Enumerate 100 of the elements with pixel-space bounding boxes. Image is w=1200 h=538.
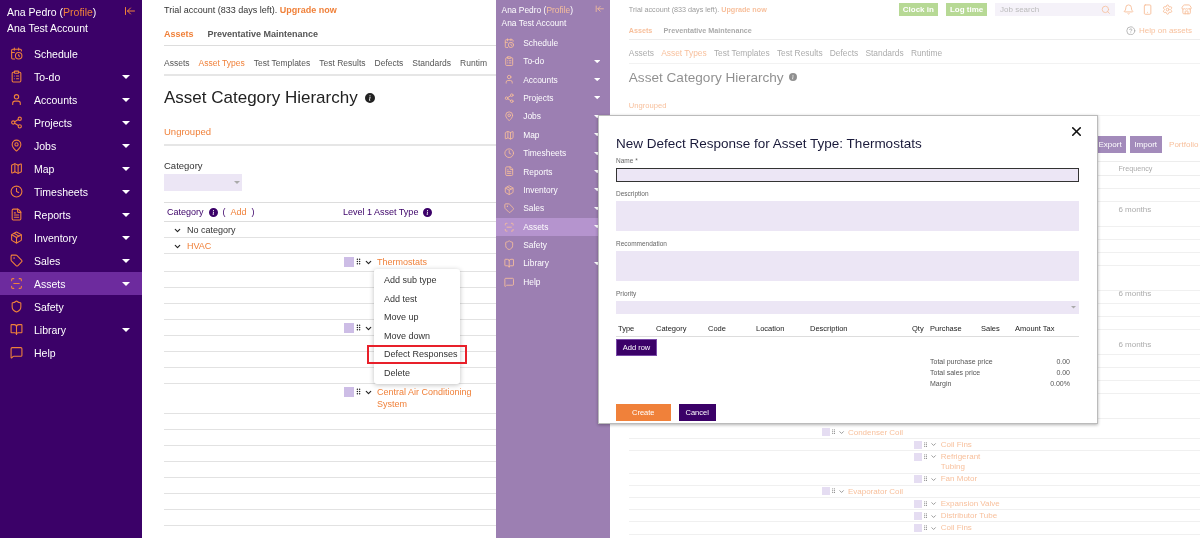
sidebar-item[interactable]: Inventory <box>0 226 142 249</box>
person-icon <box>10 93 23 106</box>
caret-down-icon[interactable] <box>173 226 182 235</box>
info-icon[interactable] <box>208 207 218 217</box>
sidebar-item[interactable]: Inventory <box>496 180 610 200</box>
sidebar-item[interactable]: Accounts <box>496 70 610 89</box>
menu-item[interactable]: Add sub type <box>374 271 460 290</box>
close-button[interactable] <box>1069 124 1084 139</box>
caret-down-icon[interactable] <box>364 258 373 267</box>
drag-handle-icon[interactable] <box>922 524 930 532</box>
module-tab[interactable]: Preventative Maintenance <box>207 28 319 40</box>
upgrade-link[interactable]: Upgrade now <box>279 5 337 15</box>
caret-down-icon <box>234 181 240 184</box>
sidebar-item[interactable]: Safety <box>496 235 610 255</box>
sub-tab[interactable]: Assets <box>164 57 190 69</box>
sub-tab[interactable]: Test Results <box>776 48 823 59</box>
color-swatch <box>914 499 923 508</box>
sub-tab[interactable]: Test Results <box>319 57 366 69</box>
drag-handle-icon[interactable] <box>354 257 363 266</box>
module-tab[interactable]: Assets <box>164 28 194 40</box>
action-button[interactable]: Import <box>1129 136 1162 154</box>
sidebar-item[interactable]: Assets <box>0 272 142 295</box>
add-link[interactable]: Add <box>230 207 247 217</box>
info-icon[interactable] <box>423 207 433 217</box>
chat-icon <box>504 276 515 288</box>
sub-tab[interactable]: Standards <box>865 48 904 59</box>
column-header: Level 1 Asset Type <box>343 207 419 217</box>
ungrouped-link[interactable]: Ungrouped <box>164 126 211 137</box>
phone-icon[interactable] <box>1142 4 1154 16</box>
sub-tab[interactable]: Runtime <box>910 48 943 59</box>
sidebar-item[interactable]: Schedule <box>496 33 610 52</box>
store-icon[interactable] <box>1180 4 1192 16</box>
menu-item[interactable]: Move up <box>374 308 460 327</box>
sub-tab[interactable]: Test Templates <box>713 48 770 59</box>
sidebar-item[interactable]: To-do <box>0 65 142 88</box>
drag-handle-icon[interactable] <box>354 386 363 396</box>
book-icon <box>504 258 515 269</box>
caret-down-icon[interactable] <box>173 242 182 251</box>
asset-type-name[interactable]: Central Air Conditioning System <box>377 385 477 411</box>
select-field[interactable] <box>616 301 1079 314</box>
map-pin-icon <box>10 139 23 152</box>
info-icon[interactable] <box>364 93 375 103</box>
sub-tab[interactable]: Asset Types <box>198 57 245 69</box>
sidebar-item[interactable]: Reports <box>0 203 142 226</box>
drag-handle-icon[interactable] <box>354 322 363 332</box>
sidebar-item[interactable]: Help <box>496 272 610 292</box>
help-icon <box>1126 25 1136 36</box>
sub-tab[interactable]: Defects <box>829 48 859 59</box>
sidebar-item[interactable]: Projects <box>0 111 142 134</box>
sidebar-item[interactable]: Sales <box>0 249 142 272</box>
sidebar-item[interactable]: Jobs <box>496 107 610 126</box>
category-name[interactable]: No category <box>187 224 236 235</box>
share-icon <box>504 92 515 104</box>
asset-type-name[interactable]: Thermostats <box>377 256 427 269</box>
sidebar-item[interactable]: Timesheets <box>496 143 610 163</box>
drag-handle-icon[interactable] <box>829 428 837 436</box>
sub-tab[interactable]: Runtim <box>460 57 488 69</box>
sidebar-item[interactable]: Timesheets <box>0 180 142 203</box>
collapse-icon[interactable] <box>124 5 136 17</box>
sub-tab[interactable]: Standards <box>412 57 452 69</box>
menu-item[interactable]: Delete <box>374 363 460 382</box>
sidebar-item[interactable]: Safety <box>0 295 142 318</box>
sidebar-item[interactable]: Accounts <box>0 88 142 111</box>
sidebar-item[interactable]: Reports <box>496 162 610 181</box>
menu-item[interactable]: Defect Responses <box>367 345 467 364</box>
page-title: Asset Category Hierarchy <box>628 69 784 85</box>
color-swatch <box>914 475 923 484</box>
search-icon <box>1100 4 1111 15</box>
clipboard-list-icon <box>504 56 515 67</box>
sidebar-item[interactable]: Sales <box>496 199 610 218</box>
sidebar-item[interactable]: Library <box>0 318 142 341</box>
drag-handle-icon[interactable] <box>829 487 837 495</box>
sidebar-item[interactable]: Map <box>496 125 610 144</box>
sidebar-item[interactable]: To-do <box>496 52 610 71</box>
sidebar-item[interactable]: Help <box>0 341 142 364</box>
color-swatch <box>344 386 354 397</box>
module-tab[interactable]: Preventative Maintenance <box>663 25 752 36</box>
sub-tab[interactable]: Defects <box>374 57 404 69</box>
sidebar-item[interactable]: Library <box>496 254 610 273</box>
sub-tab[interactable]: Assets <box>628 48 654 59</box>
sidebar-item[interactable]: Jobs <box>0 134 142 157</box>
profile-link[interactable]: Profile <box>63 6 93 18</box>
menu-item[interactable]: Add test <box>374 289 460 308</box>
person-icon <box>504 74 515 85</box>
sub-tab[interactable]: Test Templates <box>253 57 311 69</box>
drag-handle-icon[interactable] <box>922 499 930 507</box>
drag-handle-icon[interactable] <box>922 440 930 448</box>
box-icon <box>10 231 23 244</box>
menu-item[interactable]: Move down <box>374 326 460 345</box>
sidebar-item[interactable]: Projects <box>496 88 610 108</box>
drag-handle-icon[interactable] <box>922 475 930 483</box>
settings-icon[interactable] <box>1161 4 1173 16</box>
bell-icon[interactable] <box>1123 4 1135 16</box>
sidebar-item[interactable]: Schedule <box>0 42 142 65</box>
sidebar-item[interactable]: Map <box>0 157 142 180</box>
drag-handle-icon[interactable] <box>922 511 930 519</box>
drag-handle-icon[interactable] <box>922 452 930 460</box>
input-field[interactable] <box>616 168 1079 182</box>
map-icon <box>10 162 23 175</box>
category-name[interactable]: HVAC <box>187 240 212 251</box>
